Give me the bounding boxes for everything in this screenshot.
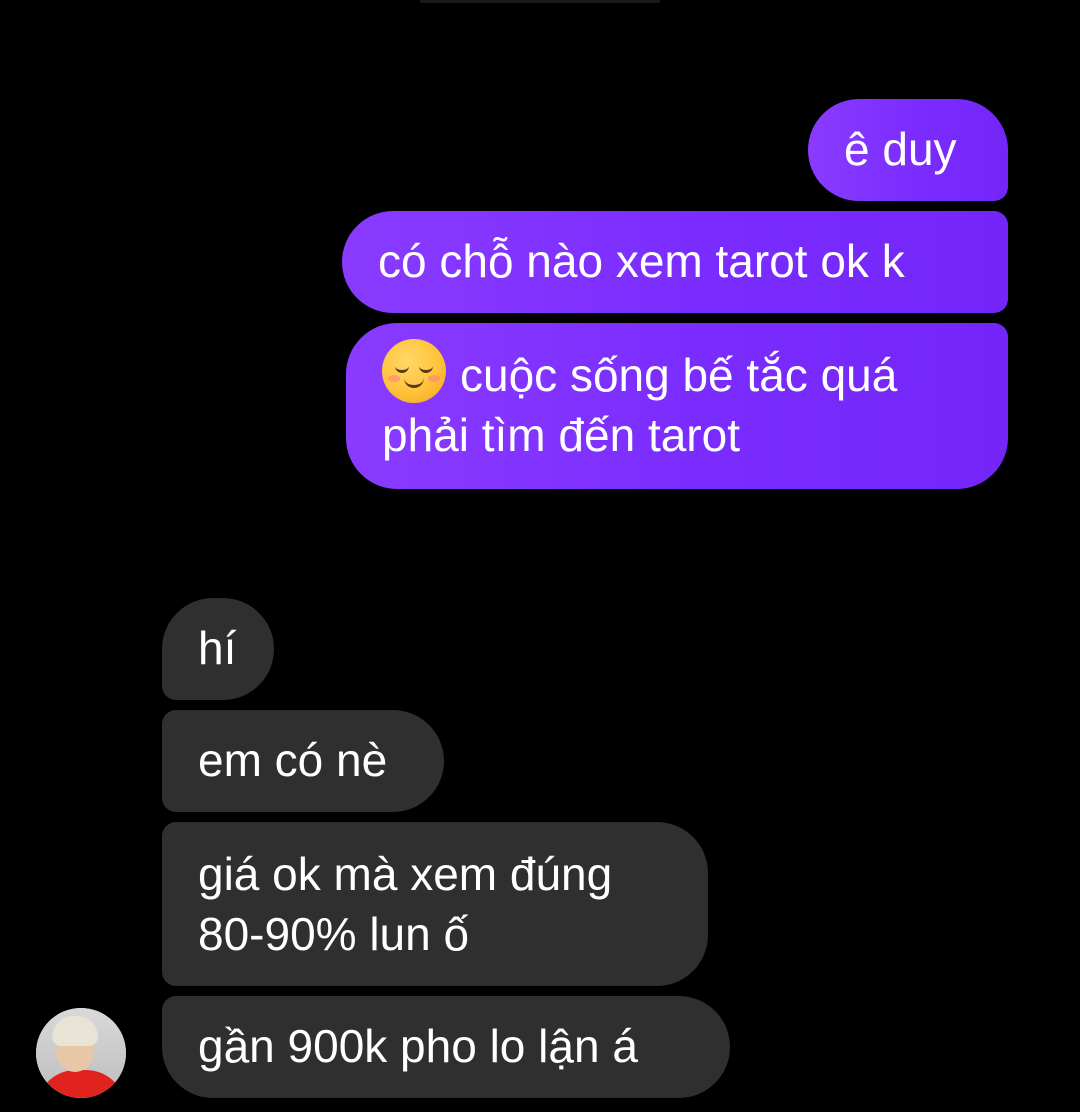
- received-message-bubble[interactable]: gần 900k pho lo lận á: [162, 996, 730, 1098]
- message-text: phải tìm đến tarot: [382, 409, 740, 461]
- message-line: cuộc sống bế tắc quá: [382, 339, 972, 405]
- received-message-bubble[interactable]: em có nè: [162, 710, 444, 812]
- message-text: 80-90% lun ố: [198, 908, 470, 960]
- message-text: ê duy: [844, 123, 957, 175]
- message-text: gần 900k pho lo lận á: [198, 1020, 638, 1072]
- message-text: hí: [198, 622, 237, 674]
- received-message-bubble[interactable]: giá ok mà xem đúng 80-90% lun ố: [162, 822, 708, 986]
- received-message-bubble[interactable]: hí: [162, 598, 274, 700]
- sender-avatar[interactable]: [36, 1008, 126, 1098]
- message-text: có chỗ nào xem tarot ok k: [378, 235, 905, 287]
- status-bar-edge: [420, 0, 660, 3]
- sent-message-bubble[interactable]: ê duy: [808, 99, 1008, 201]
- sent-message-bubble[interactable]: có chỗ nào xem tarot ok k: [342, 211, 1008, 313]
- sent-message-bubble[interactable]: cuộc sống bế tắc quá phải tìm đến tarot: [346, 323, 1008, 489]
- smiling-face-emoji-icon: [382, 339, 446, 403]
- message-text: cuộc sống bế tắc quá: [460, 349, 898, 401]
- message-text: em có nè: [198, 734, 388, 786]
- message-text: giá ok mà xem đúng: [198, 848, 613, 900]
